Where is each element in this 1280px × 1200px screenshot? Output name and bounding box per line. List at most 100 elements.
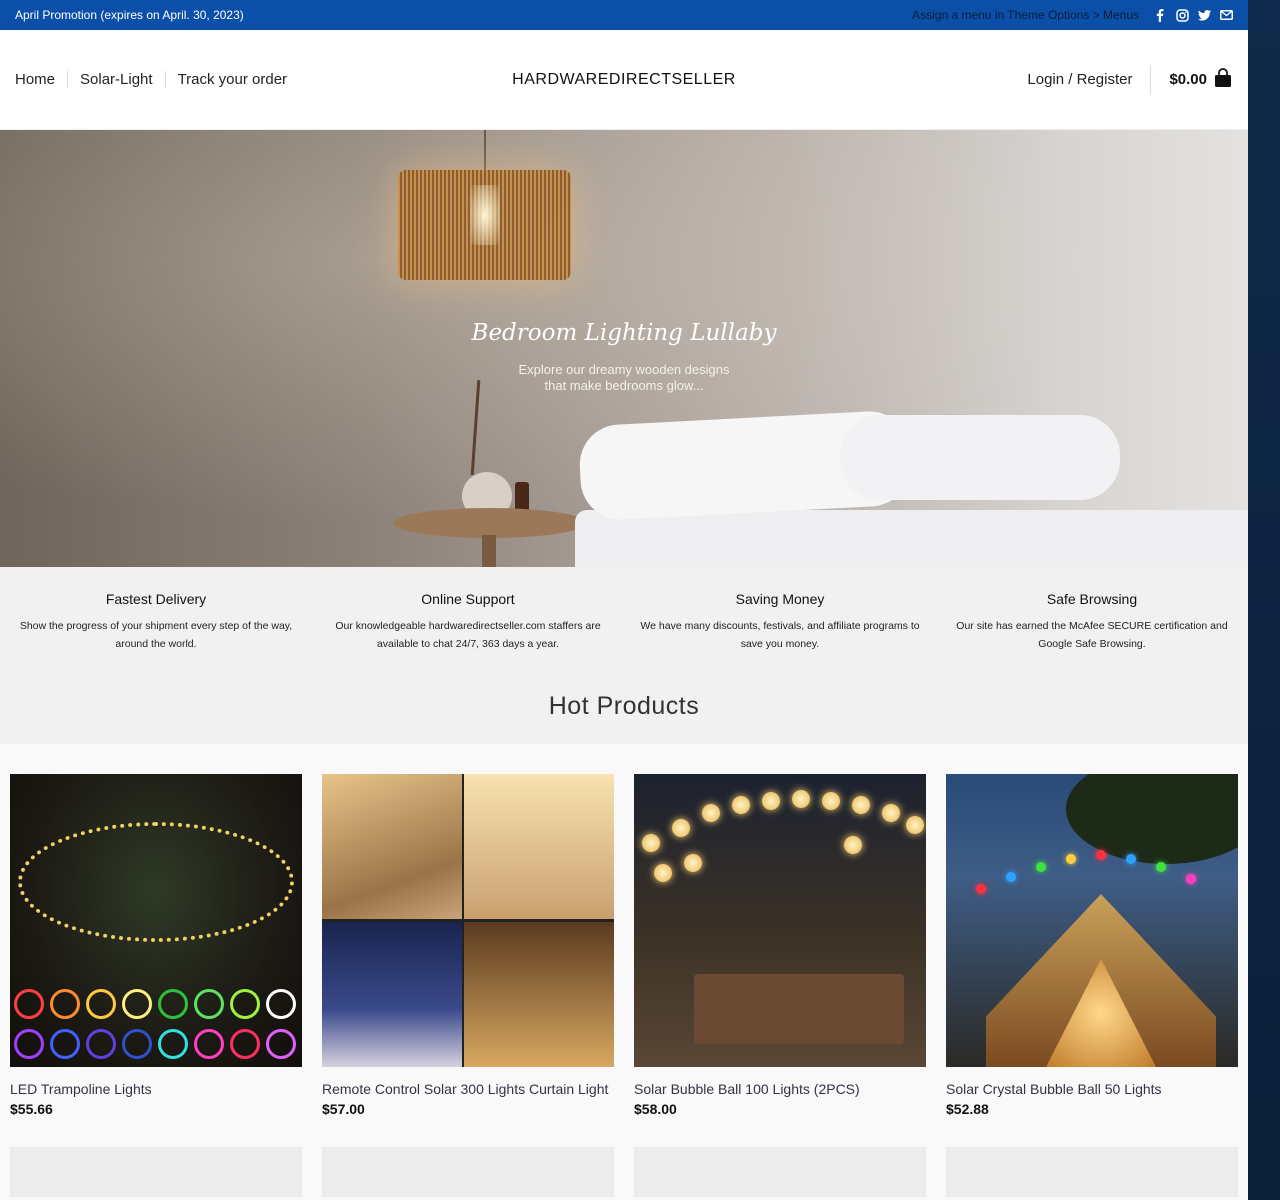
facebook-icon[interactable] bbox=[1153, 8, 1167, 22]
color-ring bbox=[230, 1029, 260, 1059]
feature-fastest-delivery: Fastest Delivery Show the progress of yo… bbox=[0, 591, 312, 655]
color-ring bbox=[266, 1029, 296, 1059]
feature-title: Saving Money bbox=[735, 591, 825, 607]
nav-item-home[interactable]: Home bbox=[15, 71, 67, 88]
product-placeholder bbox=[10, 1147, 302, 1197]
color-ring bbox=[50, 989, 80, 1019]
nav-item-track-order[interactable]: Track your order bbox=[164, 71, 299, 88]
product-name[interactable]: Solar Bubble Ball 100 Lights (2PCS) bbox=[634, 1081, 926, 1097]
dining-table bbox=[694, 974, 904, 1044]
bulb bbox=[1186, 874, 1196, 884]
hero-subtitle: Explore our dreamy wooden designs that m… bbox=[0, 362, 1248, 394]
bulb bbox=[822, 792, 840, 810]
image-quadrant bbox=[464, 922, 614, 1067]
hero-subtitle-line-2: that make bedrooms glow... bbox=[544, 378, 704, 393]
product-card[interactable]: Remote Control Solar 300 Lights Curtain … bbox=[322, 774, 614, 1117]
color-ring bbox=[14, 989, 44, 1019]
image-quadrant bbox=[322, 774, 462, 919]
bulb bbox=[684, 854, 702, 872]
product-card[interactable]: LED Trampoline Lights $55.66 bbox=[10, 774, 302, 1117]
bed bbox=[575, 510, 1248, 567]
account-area: Login / Register $0.00 bbox=[1027, 64, 1233, 95]
instagram-icon[interactable] bbox=[1175, 8, 1189, 22]
hero-banner[interactable]: Bedroom Lighting Lullaby Explore our dre… bbox=[0, 130, 1248, 567]
product-name[interactable]: Remote Control Solar 300 Lights Curtain … bbox=[322, 1081, 614, 1097]
shopping-bag-icon bbox=[1213, 67, 1233, 92]
color-ring bbox=[194, 1029, 224, 1059]
product-image-bubble-ball[interactable] bbox=[634, 774, 926, 1067]
trampoline-light-ring bbox=[18, 822, 294, 942]
side-table bbox=[393, 508, 586, 538]
top-bar: April Promotion (expires on April. 30, 2… bbox=[0, 0, 1248, 30]
color-ring bbox=[14, 1029, 44, 1059]
twitter-icon[interactable] bbox=[1197, 8, 1211, 22]
feature-text: Our site has earned the McAfee SECURE ce… bbox=[956, 620, 1228, 650]
feature-title: Fastest Delivery bbox=[105, 591, 207, 607]
product-card[interactable]: Solar Crystal Bubble Ball 50 Lights $52.… bbox=[946, 774, 1238, 1117]
feature-safe-browsing: Safe Browsing Our site has earned the Mc… bbox=[936, 591, 1248, 655]
bulb bbox=[906, 816, 924, 834]
product-image-curtain-lights[interactable] bbox=[322, 774, 614, 1067]
product-price: $58.00 bbox=[634, 1101, 677, 1117]
bulb bbox=[672, 819, 690, 837]
product-grid: LED Trampoline Lights $55.66 Remote Cont… bbox=[0, 744, 1248, 1200]
lamp-cord bbox=[484, 130, 486, 170]
feature-text: We have many discounts, festivals, and a… bbox=[640, 620, 920, 650]
product-price: $55.66 bbox=[10, 1101, 53, 1117]
page: April Promotion (expires on April. 30, 2… bbox=[0, 0, 1248, 1200]
pillow-right bbox=[840, 415, 1120, 500]
product-placeholder bbox=[634, 1147, 926, 1197]
main-nav: Home Solar-Light Track your order bbox=[15, 71, 299, 88]
bulb bbox=[762, 792, 780, 810]
color-ring bbox=[86, 1029, 116, 1059]
product-placeholder bbox=[946, 1147, 1238, 1197]
feature-online-support: Online Support Our knowledgeable hardwar… bbox=[312, 591, 624, 655]
feature-text: Show the progress of your shipment every… bbox=[19, 620, 293, 650]
product-placeholder bbox=[322, 1147, 614, 1197]
tree-canopy bbox=[1066, 774, 1238, 864]
bulb bbox=[1006, 872, 1016, 882]
color-ring bbox=[50, 1029, 80, 1059]
bulb bbox=[1066, 854, 1076, 864]
color-ring bbox=[158, 989, 188, 1019]
product-image-crystal-bubble-ball[interactable] bbox=[946, 774, 1238, 1067]
product-name[interactable]: LED Trampoline Lights bbox=[10, 1081, 302, 1097]
product-card[interactable]: Solar Bubble Ball 100 Lights (2PCS) $58.… bbox=[634, 774, 926, 1117]
login-register-link[interactable]: Login / Register bbox=[1027, 64, 1152, 95]
bulb bbox=[844, 836, 862, 854]
feature-saving-money: Saving Money We have many discounts, fes… bbox=[624, 591, 936, 655]
image-quadrant bbox=[464, 774, 614, 919]
section-title: Hot Products bbox=[548, 692, 700, 720]
color-ring bbox=[230, 989, 260, 1019]
nav-item-solar-light[interactable]: Solar-Light bbox=[67, 71, 165, 88]
bulb bbox=[1036, 862, 1046, 872]
product-image-trampoline[interactable] bbox=[10, 774, 302, 1067]
bulb bbox=[1156, 862, 1166, 872]
theme-menu-link[interactable]: Assign a menu in Theme Options > Menus bbox=[912, 8, 1139, 22]
features-row: Fastest Delivery Show the progress of yo… bbox=[0, 567, 1248, 669]
bulb bbox=[852, 796, 870, 814]
site-logo[interactable]: HARDWAREDIRECTSELLER bbox=[512, 71, 736, 89]
feature-title: Safe Browsing bbox=[1046, 591, 1138, 607]
color-ring bbox=[158, 1029, 188, 1059]
bulb bbox=[976, 884, 986, 894]
image-quadrant bbox=[322, 922, 462, 1067]
side-table-leg bbox=[482, 535, 496, 567]
bulb bbox=[654, 864, 672, 882]
product-name[interactable]: Solar Crystal Bubble Ball 50 Lights bbox=[946, 1081, 1238, 1097]
social-icons bbox=[1153, 8, 1233, 22]
feature-text: Our knowledgeable hardwaredirectseller.c… bbox=[335, 620, 601, 650]
bulb bbox=[732, 796, 750, 814]
bulb bbox=[1126, 854, 1136, 864]
bulb bbox=[702, 804, 720, 822]
product-price: $52.88 bbox=[946, 1101, 989, 1117]
feature-title: Online Support bbox=[421, 591, 515, 607]
hot-products-header: Hot Products bbox=[0, 669, 1248, 744]
color-ring bbox=[122, 989, 152, 1019]
site-header: Home Solar-Light Track your order HARDWA… bbox=[0, 30, 1248, 130]
email-icon[interactable] bbox=[1219, 8, 1233, 22]
cart-button[interactable]: $0.00 bbox=[1151, 67, 1233, 92]
color-ring bbox=[194, 989, 224, 1019]
hero-title: Bedroom Lighting Lullaby bbox=[471, 320, 777, 346]
color-ring bbox=[86, 989, 116, 1019]
